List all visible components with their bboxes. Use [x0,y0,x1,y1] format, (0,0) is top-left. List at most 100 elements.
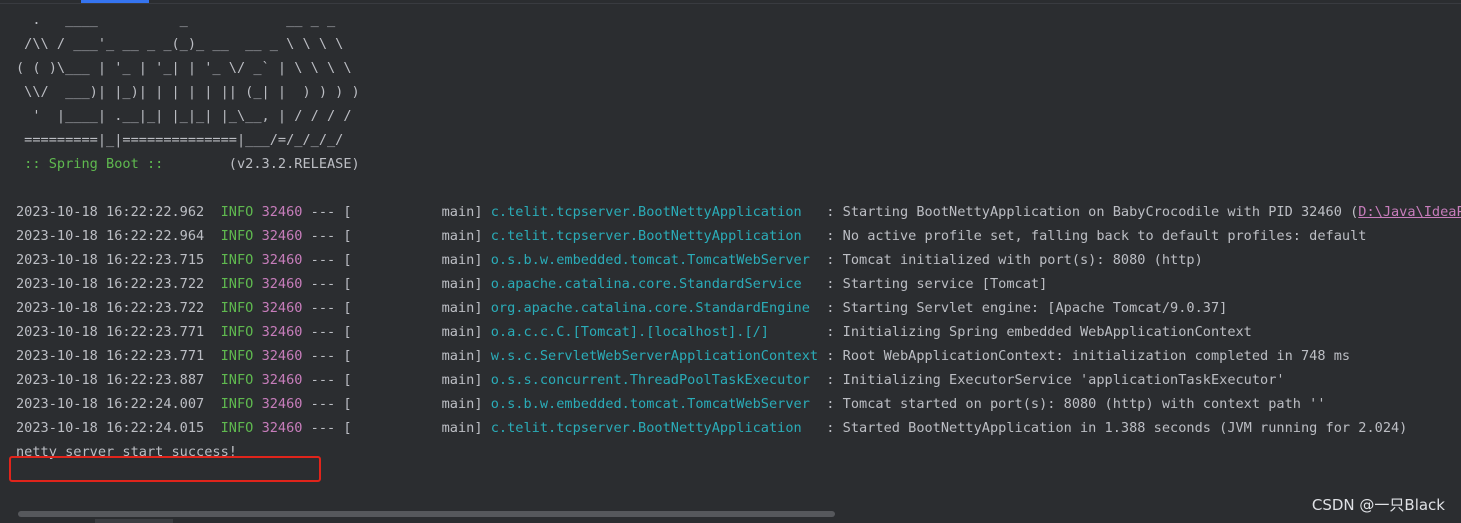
log-thread: main] [351,324,483,340]
log-message: : Tomcat initialized with port(s): 8080 … [818,252,1203,268]
log-separator: --- [ [302,324,352,340]
csdn-watermark: CSDN @一只Black [1311,496,1445,514]
log-pid: 32460 [261,396,303,412]
log-logger: org.apache.catalina.core.StandardEngine [490,300,819,316]
log-thread: main] [351,276,483,292]
log-timestamp: 2023-10-18 16:22:23.722 [16,276,205,292]
log-logger: o.s.s.concurrent.ThreadPoolTaskExecutor [490,372,819,388]
log-message: : Root WebApplicationContext: initializa… [818,348,1351,364]
log-line: 2023-10-18 16:22:24.007 INFO 32460 --- [… [16,392,1461,416]
horizontal-scrollbar-thumb[interactable] [18,511,835,517]
log-level: INFO [220,324,254,340]
log-line: 2023-10-18 16:22:24.015 INFO 32460 --- [… [16,416,1461,440]
log-timestamp: 2023-10-18 16:22:24.007 [16,396,205,412]
log-timestamp: 2023-10-18 16:22:22.964 [16,228,205,244]
banner-line: ( ( )\___ | '_ | '_| | '_ \/ _` | \ \ \ … [16,60,352,76]
banner-line: ' |____| .__|_| |_|_| |_\__, | / / / / [16,108,352,124]
log-logger: o.s.b.w.embedded.tomcat.TomcatWebServer [490,396,819,412]
banner-line: =========|_|==============|___/=/_/_/_/ [16,132,344,148]
log-message: : Starting Servlet engine: [Apache Tomca… [818,300,1228,316]
log-pid: 32460 [261,252,303,268]
log-separator: --- [ [302,204,352,220]
log-thread: main] [351,252,483,268]
log-message: : No active profile set, falling back to… [818,228,1367,244]
log-timestamp: 2023-10-18 16:22:23.771 [16,324,205,340]
log-separator: --- [ [302,420,352,436]
log-separator: --- [ [302,252,352,268]
log-thread: main] [351,372,483,388]
log-logger: w.s.c.ServletWebServerApplicationContext [490,348,819,364]
log-timestamp: 2023-10-18 16:22:22.962 [16,204,205,220]
log-logger: o.a.c.c.C.[Tomcat].[localhost].[/] [490,324,819,340]
log-separator: --- [ [302,300,352,316]
log-message: : Starting BootNettyApplication on BabyC… [818,204,1359,220]
log-line: 2023-10-18 16:22:23.715 INFO 32460 --- [… [16,248,1461,272]
log-thread: main] [351,300,483,316]
log-level: INFO [220,276,254,292]
tab-bar-divider [0,3,1461,4]
console-output[interactable]: . ____ _ __ _ _ /\\ / ___'_ __ _ _(_)_ _… [16,8,1461,508]
log-pid: 32460 [261,420,303,436]
log-level: INFO [220,252,254,268]
log-logger: o.apache.catalina.core.StandardService [490,276,819,292]
spring-boot-version: (v2.3.2.RELEASE) [171,156,360,172]
log-separator: --- [ [302,276,352,292]
spring-boot-label: :: Spring Boot :: [16,156,172,172]
log-pid: 32460 [261,204,303,220]
log-timestamp: 2023-10-18 16:22:24.015 [16,420,205,436]
log-timestamp: 2023-10-18 16:22:23.722 [16,300,205,316]
log-level: INFO [220,420,254,436]
log-line: 2023-10-18 16:22:23.771 INFO 32460 --- [… [16,344,1461,368]
banner-version-line: :: Spring Boot :: (v2.3.2.RELEASE) [16,152,1461,176]
log-thread: main] [351,228,483,244]
log-timestamp: 2023-10-18 16:22:23.715 [16,252,205,268]
banner-line: /\\ / ___'_ __ _ _(_)_ __ __ _ \ \ \ \ [16,36,344,52]
log-pid: 32460 [261,324,303,340]
log-pid: 32460 [261,228,303,244]
log-message: : Started BootNettyApplication in 1.388 … [818,420,1408,436]
log-level: INFO [220,300,254,316]
log-level: INFO [220,348,254,364]
log-logger: c.telit.tcpserver.BootNettyApplication [490,228,819,244]
banner-line: \\/ ___)| |_)| | | | | || (_| | ) ) ) ) [16,84,360,100]
log-thread: main] [351,396,483,412]
highlight-box [9,456,321,482]
log-pid: 32460 [261,300,303,316]
log-thread: main] [351,204,483,220]
log-separator: --- [ [302,228,352,244]
log-line: 2023-10-18 16:22:22.962 INFO 32460 --- [… [16,200,1461,224]
log-pid: 32460 [261,276,303,292]
log-line: 2023-10-18 16:22:23.722 INFO 32460 --- [… [16,272,1461,296]
log-message: : Starting service [Tomcat] [818,276,1048,292]
log-timestamp: 2023-10-18 16:22:23.887 [16,372,205,388]
log-logger: c.telit.tcpserver.BootNettyApplication [490,420,819,436]
spring-boot-banner: . ____ _ __ _ _ /\\ / ___'_ __ _ _(_)_ _… [16,8,1461,176]
log-thread: main] [351,420,483,436]
log-message: : Tomcat started on port(s): 8080 (http)… [818,396,1326,412]
log-separator: --- [ [302,348,352,364]
log-line: 2023-10-18 16:22:23.771 INFO 32460 --- [… [16,320,1461,344]
log-message: : Initializing ExecutorService 'applicat… [818,372,1285,388]
banner-line: . ____ _ __ _ _ [16,12,336,28]
log-separator: --- [ [302,372,352,388]
log-line: 2023-10-18 16:22:23.722 INFO 32460 --- [… [16,296,1461,320]
scrollbar-shadow [95,519,173,523]
project-path-link[interactable]: D:\Java\IdeaProje [1358,204,1461,220]
log-level: INFO [220,204,254,220]
log-pid: 32460 [261,372,303,388]
log-level: INFO [220,372,254,388]
log-level: INFO [220,228,254,244]
log-logger: o.s.b.w.embedded.tomcat.TomcatWebServer [490,252,819,268]
log-line: 2023-10-18 16:22:22.964 INFO 32460 --- [… [16,224,1461,248]
log-timestamp: 2023-10-18 16:22:23.771 [16,348,205,364]
run-console-window: . ____ _ __ _ _ /\\ / ___'_ __ _ _(_)_ _… [0,0,1461,523]
log-thread: main] [351,348,483,364]
log-line: 2023-10-18 16:22:23.887 INFO 32460 --- [… [16,368,1461,392]
log-level: INFO [220,396,254,412]
log-separator: --- [ [302,396,352,412]
log-logger: c.telit.tcpserver.BootNettyApplication [490,204,819,220]
log-pid: 32460 [261,348,303,364]
log-lines: 2023-10-18 16:22:22.962 INFO 32460 --- [… [16,200,1461,440]
log-message: : Initializing Spring embedded WebApplic… [818,324,1252,340]
